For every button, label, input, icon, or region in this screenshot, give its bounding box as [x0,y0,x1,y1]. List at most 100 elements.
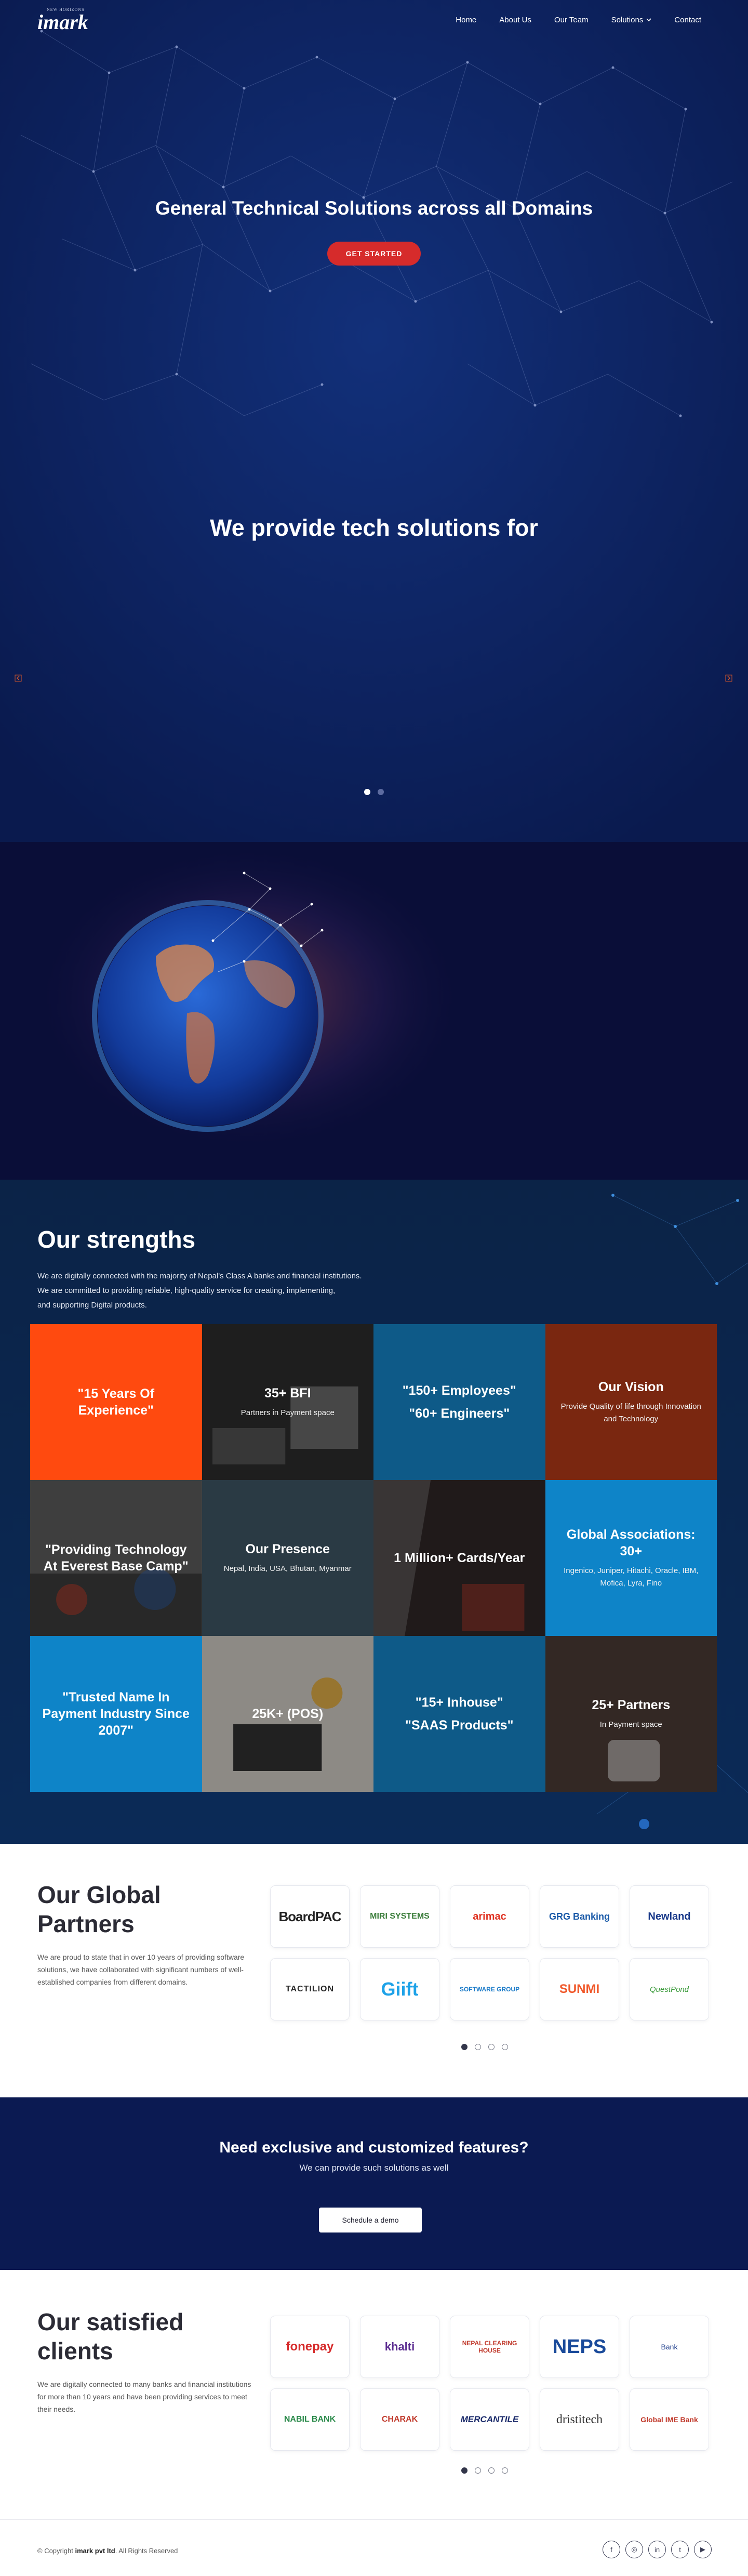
card-heading: "Providing Technology At Everest Base Ca… [43,1542,189,1574]
client-card[interactable]: NEPAL CLEARING HOUSE [450,2316,529,2378]
partners-description: We are proud to state that in over 10 ye… [37,1953,245,1986]
facebook-icon[interactable]: f [603,2541,620,2558]
pagination-dot-2[interactable] [475,2044,481,2050]
nav-label: Home [456,16,477,24]
strengths-text-line: and supporting Digital products. [37,1301,147,1310]
card-heading: "15+ Inhouse" [415,1695,503,1710]
navbar: NEW HORIZONS imark Home About Us Our Tea… [0,0,748,47]
mercantile-logo: MERCANTILE [460,2414,519,2424]
nav-item-home[interactable]: Home [456,16,476,24]
dristitech-logo: dristitech [556,2412,603,2426]
strength-card-presence: Our Presence Nepal, India, USA, Bhutan, M… [202,1480,373,1636]
card-heading: Global Associations: 30+ [566,1527,696,1558]
imark-logo[interactable]: NEW HORIZONS imark [37,7,88,33]
client-card[interactable]: Bank [630,2316,709,2378]
youtube-icon[interactable]: ▶ [694,2541,712,2558]
pagination-dot-1[interactable] [461,2044,468,2050]
strength-card-partners: 25+ Partners In Payment space [545,1636,717,1792]
partner-card[interactable]: SOFTWARE GROUP [450,1958,529,2020]
grg-banking-logo: GRG Banking [549,1911,610,1922]
twitter-icon[interactable]: t [671,2541,689,2558]
nav-item-about-us[interactable]: About Us [499,16,531,24]
card-heading: "150+ Employees" [402,1383,516,1398]
partner-card[interactable]: arimac [450,1885,529,1948]
nav-item-our-team[interactable]: Our Team [554,16,589,24]
client-card[interactable]: MERCANTILE [450,2388,529,2451]
client-card[interactable]: fonepay [270,2316,350,2378]
nav-label: About Us [499,16,531,24]
strength-card-experience: "15 Years Of Experience" [30,1324,202,1480]
pagination-dot-4[interactable] [502,2467,508,2474]
carousel-dot-1[interactable] [364,789,370,795]
carousel-next-arrow-icon[interactable] [725,675,732,682]
card-heading-2: "60+ Engineers" [409,1406,510,1421]
global-partners-section: Our Global Partners We are proud to state… [0,1844,748,2097]
clients-title-line-1: Our satisfied [37,2308,184,2335]
tactilion-logo: TACTILION [285,1985,335,1993]
partner-card[interactable]: Giift [360,1958,439,2020]
satisfied-clients-section: Our satisfied clients We are digitally co… [0,2270,748,2519]
partner-card[interactable]: MIRI SYSTEMS [360,1885,439,1948]
global-ime-bank-logo: Global IME Bank [640,2415,698,2424]
nav-item-contact[interactable]: Contact [674,16,701,24]
strength-card-bfi: 35+ BFI Partners in Payment space [202,1324,373,1480]
questpond-logo: QuestPond [649,1985,689,1994]
linkedin-icon[interactable]: in [648,2541,666,2558]
boardpac-logo: BoardPAC [278,1908,341,1924]
strength-card-pos: 25K+ (POS) [202,1636,373,1792]
carousel-dot-2[interactable] [378,789,384,795]
partner-card[interactable]: GRG Banking [540,1885,619,1948]
carousel-prev-arrow-icon[interactable] [15,675,22,682]
pagination-dot-3[interactable] [488,2467,495,2474]
card-heading: "15 Years Of Experience" [77,1386,155,1418]
clients-title: Our satisfied clients [37,2307,256,2366]
instagram-icon[interactable]: ◎ [625,2541,643,2558]
client-card[interactable]: khalti [360,2316,439,2378]
client-card[interactable]: NABIL BANK [270,2388,350,2451]
card-heading-2: "SAAS Products" [405,1718,514,1733]
clients-pagination [461,2467,508,2474]
nav-label: Contact [674,16,701,24]
client-card[interactable]: NEPS [540,2316,619,2378]
hero-section: NEW HORIZONS imark Home About Us Our Tea… [0,0,748,842]
client-card[interactable]: CHARAK [360,2388,439,2451]
schedule-demo-button[interactable]: Schedule a demo [319,2208,422,2232]
giift-logo: Giift [381,1978,419,2000]
strength-card-vision: Our Vision Provide Quality of life throug… [545,1324,717,1480]
client-card[interactable]: Global IME Bank [630,2388,709,2451]
page: NEW HORIZONS imark Home About Us Our Tea… [0,0,748,2576]
network-background [0,0,748,842]
pagination-dot-2[interactable] [475,2467,481,2474]
cta-title: Need exclusive and customized features? [219,2139,529,2156]
nabil-bank-logo: NABIL BANK [284,2415,336,2424]
partners-pagination [461,2044,508,2050]
hero-title: General Technical Solutions across all D… [155,197,593,219]
clients-title-line-2: clients [37,2337,113,2364]
cta-section: Need exclusive and customized features? … [0,2097,748,2270]
pagination-dot-3[interactable] [488,2044,495,2050]
pagination-dot-4[interactable] [502,2044,508,2050]
card-text: In Payment space [599,1720,662,1729]
strengths-text-line: We are digitally connected with the majo… [37,1272,362,1280]
globe-illustration [0,842,748,1180]
clients-description: We are digitally connected to many banks… [37,2380,251,2413]
strength-card-trusted: "Trusted Name In Payment Industry Since … [30,1636,202,1792]
pagination-dot-1[interactable] [461,2467,468,2474]
strength-card-cards: 1 Million+ Cards/Year [373,1480,545,1636]
partner-card[interactable]: TACTILION [270,1958,350,2020]
partner-card[interactable]: Newland [630,1885,709,1948]
footer: © Copyright imark pvt ltd. All Rights Re… [0,2519,748,2576]
fonepay-logo: fonepay [286,2340,334,2354]
strengths-description: We are digitally connected with the majo… [37,1269,411,1313]
nav-item-solutions[interactable]: Solutions [611,16,652,24]
client-card[interactable]: dristitech [540,2388,619,2451]
copyright-suffix: . All Rights Reserved [115,2547,178,2555]
partner-card[interactable]: QuestPond [630,1958,709,2020]
card-heading: 1 Million+ Cards/Year [394,1551,525,1565]
bank-logo: Bank [661,2343,678,2351]
partner-card[interactable]: BoardPAC [270,1885,350,1948]
software-group-logo: SOFTWARE GROUP [459,1986,520,1993]
get-started-button[interactable]: GET STARTED [327,242,421,266]
partner-card[interactable]: SUNMI [540,1958,619,2020]
social-links: f ◎ in t ▶ [603,2541,712,2558]
